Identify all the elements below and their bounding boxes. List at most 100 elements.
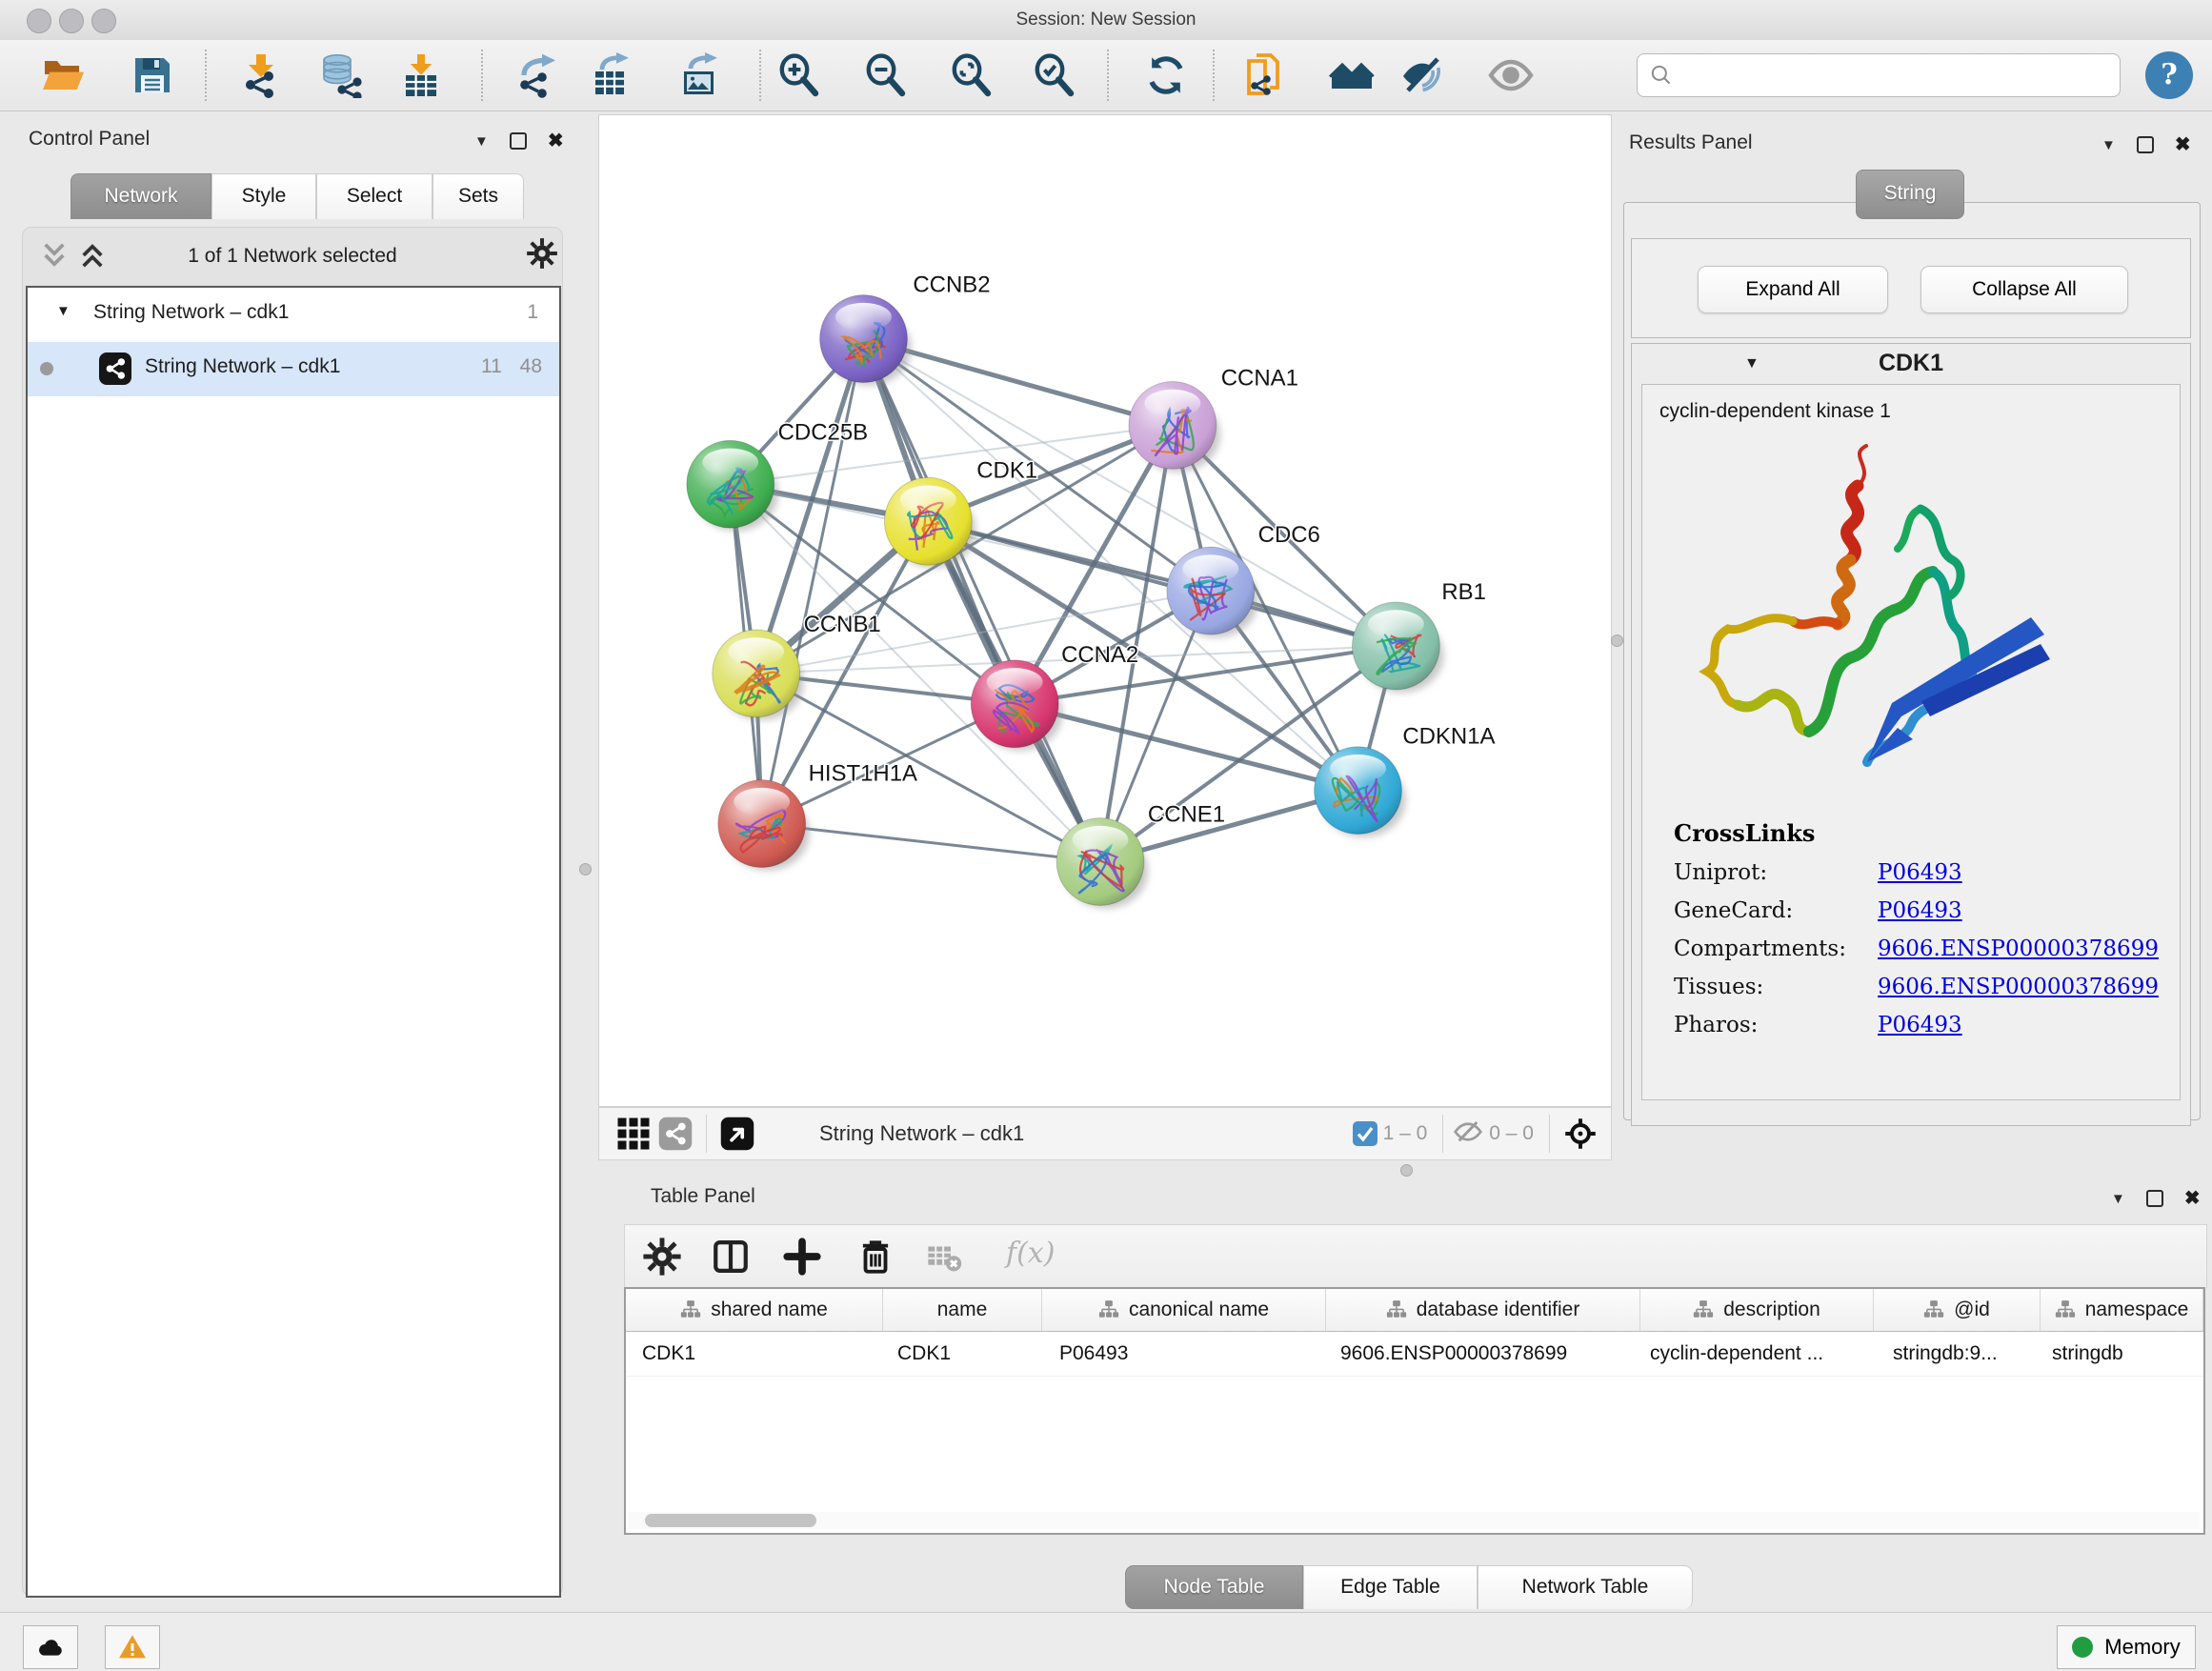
- zoom-selected-icon[interactable]: [1027, 50, 1080, 100]
- column-header-database-identifier[interactable]: database identifier: [1326, 1289, 1640, 1331]
- export-image-icon[interactable]: [674, 50, 727, 100]
- export-network-icon[interactable]: [511, 50, 564, 100]
- tab-network[interactable]: Network: [70, 173, 211, 219]
- table-cell[interactable]: stringdb:9...: [1874, 1332, 2041, 1376]
- new-network-from-selection-icon[interactable]: [1237, 50, 1290, 100]
- tab-style[interactable]: Style: [211, 173, 316, 219]
- float-panel-icon[interactable]: [510, 132, 527, 150]
- detach-view-icon[interactable]: [716, 1113, 758, 1155]
- status-bar: Memory: [0, 1612, 2212, 1671]
- cloud-icon[interactable]: [23, 1625, 78, 1669]
- left-splitter-grip[interactable]: [579, 863, 592, 876]
- crosslink-link[interactable]: P06493: [1878, 1013, 1962, 1037]
- export-table-icon[interactable]: [585, 50, 638, 100]
- tab-select[interactable]: Select: [316, 173, 432, 219]
- selected-checkbox-icon[interactable]: [1353, 1121, 1377, 1146]
- refresh-layout-icon[interactable]: [1139, 50, 1193, 100]
- network-collection-row[interactable]: ▼ String Network – cdk1 1: [28, 288, 559, 342]
- birdseye-view-icon[interactable]: [1559, 1113, 1601, 1155]
- float-panel-icon[interactable]: [2146, 1190, 2163, 1207]
- network-node-CDC25B[interactable]: [687, 440, 778, 531]
- add-column-icon[interactable]: [780, 1233, 830, 1280]
- close-panel-icon[interactable]: ✖: [2184, 1189, 2201, 1208]
- hide-selected-icon[interactable]: [1396, 50, 1449, 100]
- network-edge[interactable]: [762, 824, 1100, 862]
- network-node-HIST1H1A[interactable]: [718, 780, 810, 871]
- crosslink-link[interactable]: 9606.ENSP00000378699: [1878, 936, 2159, 961]
- panel-menu-icon[interactable]: ▼: [2111, 1192, 2125, 1206]
- gene-entry-content: cyclin-dependent kinase 1: [1641, 384, 2181, 1100]
- crosslink-link[interactable]: P06493: [1878, 860, 1962, 885]
- network-row-selected[interactable]: String Network – cdk1 11 48: [28, 342, 559, 396]
- delete-column-icon[interactable]: [854, 1233, 903, 1280]
- column-header-name[interactable]: name: [883, 1289, 1042, 1331]
- crosslink-link[interactable]: P06493: [1878, 898, 1962, 923]
- network-overview-icon[interactable]: [654, 1113, 696, 1155]
- column-header-description[interactable]: description: [1640, 1289, 1874, 1331]
- network-edge[interactable]: [928, 521, 1396, 646]
- tab-string[interactable]: String: [1856, 170, 1964, 219]
- float-panel-icon[interactable]: [2137, 136, 2154, 153]
- help-icon[interactable]: ?: [2145, 51, 2193, 99]
- crosslink-link[interactable]: 9606.ENSP00000378699: [1878, 975, 2159, 999]
- network-canvas[interactable]: CCNB2CCNA1CDC25BCDK1CDC6RB1CCNB1CCNA2CDK…: [598, 114, 1612, 1107]
- network-view: CCNB2CCNA1CDC25BCDK1CDC6RB1CCNB1CCNA2CDK…: [598, 114, 1612, 1160]
- table-settings-icon[interactable]: [640, 1233, 690, 1280]
- network-node-CDC6[interactable]: [1167, 547, 1258, 637]
- network-node-CDK1[interactable]: [884, 477, 975, 568]
- table-cell[interactable]: P06493: [1042, 1332, 1326, 1376]
- network-node-CDKN1A[interactable]: [1315, 747, 1406, 837]
- table-cell[interactable]: CDK1: [626, 1332, 883, 1376]
- table-cell[interactable]: stringdb: [2041, 1332, 2203, 1376]
- close-panel-icon[interactable]: ✖: [2175, 135, 2191, 154]
- network-node-RB1[interactable]: [1353, 602, 1444, 693]
- show-all-icon[interactable]: [1484, 50, 1538, 100]
- function-builder-icon[interactable]: f(x): [1006, 1237, 1055, 1270]
- window-title: Session: New Session: [0, 0, 2212, 40]
- close-panel-icon[interactable]: ✖: [548, 131, 564, 151]
- horizontal-splitter-grip[interactable]: [1400, 1164, 1413, 1177]
- open-file-icon[interactable]: [36, 50, 90, 100]
- table-cell[interactable]: 9606.ENSP00000378699: [1326, 1332, 1640, 1376]
- network-node-CCNA1[interactable]: [1129, 381, 1220, 472]
- delete-table-icon[interactable]: [922, 1233, 972, 1280]
- column-header-shared-name[interactable]: shared name: [626, 1289, 883, 1331]
- table-cell[interactable]: CDK1: [883, 1332, 1042, 1376]
- tab-edge-table[interactable]: Edge Table: [1303, 1565, 1478, 1609]
- collapse-all-button[interactable]: Collapse All: [1920, 266, 2128, 313]
- collection-collapse-icon[interactable]: ▼: [56, 303, 70, 319]
- save-session-icon[interactable]: [126, 50, 179, 100]
- network-edge[interactable]: [1015, 704, 1357, 791]
- import-table-icon[interactable]: [394, 50, 448, 100]
- search-input[interactable]: [1681, 57, 2120, 93]
- first-neighbors-icon[interactable]: [1325, 50, 1378, 100]
- scrollbar-thumb[interactable]: [645, 1514, 816, 1527]
- grid-view-icon[interactable]: [613, 1113, 654, 1155]
- zoom-fit-icon[interactable]: [944, 50, 997, 100]
- zoom-in-icon[interactable]: [772, 50, 825, 100]
- warning-icon[interactable]: [105, 1625, 160, 1669]
- panel-menu-icon[interactable]: ▼: [2101, 138, 2116, 152]
- show-columns-icon[interactable]: [709, 1233, 758, 1280]
- hidden-eye-icon[interactable]: [1453, 1117, 1483, 1152]
- column-header-canonical-name[interactable]: canonical name: [1042, 1289, 1326, 1331]
- memory-button[interactable]: Memory: [2057, 1625, 2196, 1669]
- tab-node-table[interactable]: Node Table: [1125, 1565, 1303, 1609]
- network-list-options-icon[interactable]: [526, 237, 558, 274]
- expand-all-button[interactable]: Expand All: [1698, 266, 1888, 313]
- network-edge[interactable]: [762, 339, 864, 824]
- network-node-CCNA2[interactable]: [971, 660, 1062, 751]
- zoom-out-icon[interactable]: [858, 50, 912, 100]
- table-cell[interactable]: cyclin-dependent ...: [1640, 1332, 1874, 1376]
- import-network-database-icon[interactable]: [313, 50, 367, 100]
- panel-menu-icon[interactable]: ▼: [474, 134, 489, 149]
- tab-network-table[interactable]: Network Table: [1478, 1565, 1693, 1609]
- column-header-namespace[interactable]: namespace: [2041, 1289, 2203, 1331]
- right-splitter-grip[interactable]: [1611, 634, 1623, 647]
- column-header--id[interactable]: @id: [1874, 1289, 2041, 1331]
- tab-sets[interactable]: Sets: [432, 173, 524, 219]
- table-row[interactable]: CDK1CDK1P064939606.ENSP00000378699cyclin…: [626, 1332, 2203, 1377]
- gene-entry-header[interactable]: ▼ CDK1: [1632, 344, 2190, 384]
- import-network-file-icon[interactable]: [234, 50, 288, 100]
- network-node-CCNE1[interactable]: [1056, 818, 1148, 909]
